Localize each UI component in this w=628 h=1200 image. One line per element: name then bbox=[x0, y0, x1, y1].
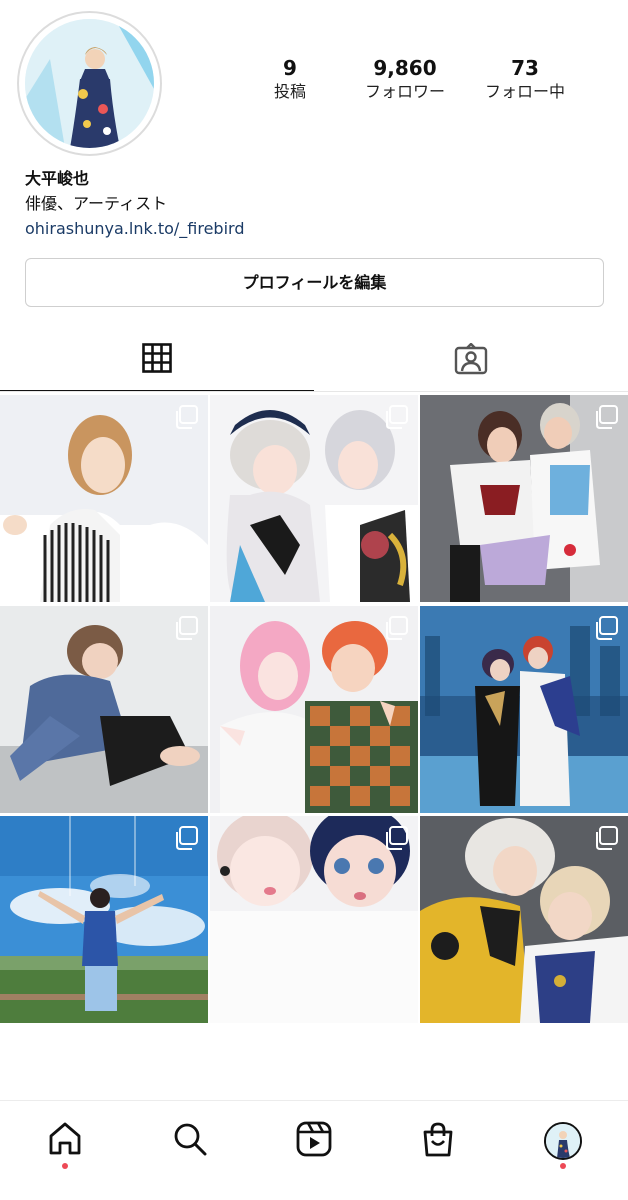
profile-tabs bbox=[0, 330, 628, 392]
profile-bio: 大平峻也 俳優、アーティスト ohirashunya.lnk.to/_fireb… bbox=[25, 167, 605, 241]
stat-posts: 9 投稿 bbox=[230, 55, 350, 103]
multiple-posts-icon bbox=[174, 616, 198, 640]
multiple-posts-icon bbox=[594, 616, 618, 640]
bottom-navigation bbox=[0, 1100, 628, 1200]
post-thumbnail[interactable] bbox=[0, 816, 208, 1023]
stat-followers-count: 9,860 bbox=[373, 56, 437, 80]
multiple-posts-icon bbox=[594, 405, 618, 429]
grid-icon bbox=[142, 343, 172, 377]
post-thumbnail[interactable] bbox=[210, 606, 418, 813]
profile-description: 俳優、アーティスト bbox=[25, 194, 168, 213]
reels-icon bbox=[296, 1121, 332, 1161]
profile-avatar bbox=[544, 1122, 582, 1160]
tab-posts-grid[interactable] bbox=[0, 330, 314, 392]
multiple-posts-icon bbox=[174, 405, 198, 429]
home-icon bbox=[47, 1121, 83, 1161]
profile-notification-dot bbox=[560, 1163, 566, 1169]
multiple-posts-icon bbox=[174, 826, 198, 850]
stat-followers-label: フォロワー bbox=[364, 82, 445, 101]
edit-profile-button[interactable]: プロフィールを編集 bbox=[25, 258, 604, 307]
search-icon bbox=[172, 1121, 208, 1161]
post-thumbnail[interactable] bbox=[420, 606, 628, 813]
nav-home[interactable] bbox=[43, 1119, 87, 1163]
stat-posts-label: 投稿 bbox=[273, 82, 306, 101]
post-thumbnail[interactable] bbox=[420, 395, 628, 602]
profile-avatar[interactable] bbox=[25, 19, 154, 148]
nav-reels[interactable] bbox=[292, 1119, 336, 1163]
stat-following-label: フォロー中 bbox=[484, 82, 565, 101]
post-thumbnail[interactable] bbox=[0, 606, 208, 813]
shop-icon bbox=[420, 1121, 456, 1161]
post-thumbnail[interactable] bbox=[0, 395, 208, 602]
tab-tagged[interactable] bbox=[314, 330, 628, 392]
stat-posts-count: 9 bbox=[283, 56, 297, 80]
tabs-divider bbox=[0, 391, 628, 392]
stat-followers[interactable]: 9,860 フォロワー bbox=[345, 55, 465, 103]
nav-profile[interactable] bbox=[541, 1119, 585, 1163]
nav-search[interactable] bbox=[168, 1119, 212, 1163]
multiple-posts-icon bbox=[384, 616, 408, 640]
post-thumbnail[interactable] bbox=[210, 816, 418, 1023]
tagged-icon bbox=[454, 342, 488, 379]
profile-link[interactable]: ohirashunya.lnk.to/_firebird bbox=[25, 217, 605, 241]
post-thumbnail[interactable] bbox=[210, 395, 418, 602]
stat-following[interactable]: 73 フォロー中 bbox=[465, 55, 585, 103]
multiple-posts-icon bbox=[384, 826, 408, 850]
multiple-posts-icon bbox=[594, 826, 618, 850]
stat-following-count: 73 bbox=[511, 56, 539, 80]
profile-stats: 9 投稿 9,860 フォロワー 73 フォロー中 bbox=[230, 55, 610, 115]
home-notification-dot bbox=[62, 1163, 68, 1169]
nav-shop[interactable] bbox=[416, 1119, 460, 1163]
post-thumbnail[interactable] bbox=[420, 816, 628, 1023]
profile-name: 大平峻也 bbox=[25, 169, 90, 188]
multiple-posts-icon bbox=[384, 405, 408, 429]
posts-grid bbox=[0, 395, 628, 1024]
profile-avatar-ring[interactable] bbox=[17, 11, 162, 156]
profile-header: 9 投稿 9,860 フォロワー 73 フォロー中 bbox=[0, 0, 628, 156]
